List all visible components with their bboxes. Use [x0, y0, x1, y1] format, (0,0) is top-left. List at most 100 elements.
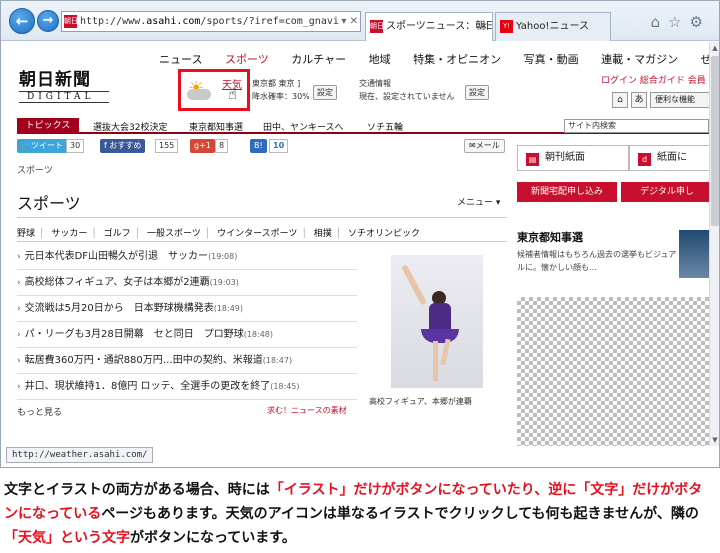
subnav-winter[interactable]: ウインタースポーツ	[217, 229, 297, 239]
scroll-down-icon[interactable]: ▼	[710, 434, 719, 446]
news-time: (18:45)	[270, 382, 300, 391]
subnav-golf[interactable]: ゴルフ	[104, 229, 131, 239]
news-item[interactable]: › 転居費360万円・通訳880万円…田中の契約、米報道(18:47)	[17, 348, 357, 374]
topic-link[interactable]: 選抜大会32校決定	[93, 120, 167, 133]
news-photo[interactable]	[391, 255, 483, 388]
news-title: 交流戦は5月20日から 日本野球機構発表	[24, 303, 214, 314]
nav-sports[interactable]: スポーツ	[225, 53, 269, 66]
gplus-button[interactable]: g+1	[190, 139, 215, 153]
tweet-count: 30	[66, 139, 85, 153]
nav-region[interactable]: 地域	[369, 53, 391, 66]
address-tools-icon[interactable]: ▾ ✕	[341, 12, 358, 31]
caption-highlight: 「天気」という文字	[4, 530, 130, 546]
news-item[interactable]: › 元日本代表DF山田暢久が引退 サッカー(19:08)	[17, 244, 357, 270]
news-time: (18:48)	[243, 330, 273, 339]
tab-asahi[interactable]: 朝日 スポーツニュース：朝日新... ×	[365, 12, 493, 41]
traffic-title: 交通情報	[359, 79, 391, 88]
web-page: 朝日新聞 DIGITAL ニュース スポーツ カルチャー 地域 特集・オピニオン…	[9, 42, 709, 446]
tab-label: スポーツニュース：朝日新...	[386, 21, 493, 32]
nav-news[interactable]: ニュース	[159, 53, 202, 66]
news-item[interactable]: › 交流戦は5月20日から 日本野球機構発表(18:49)	[17, 296, 357, 322]
site-search-input[interactable]: サイト内検索	[564, 119, 709, 133]
gplus-count: 8	[215, 139, 229, 153]
cloud-icon	[187, 89, 211, 100]
nav-photo[interactable]: 写真・動画	[524, 53, 579, 66]
news-title: 元日本代表DF山田暢久が引退 サッカー	[24, 251, 209, 262]
nav-magazine[interactable]: 連載・マガジン	[601, 53, 678, 66]
tab-yahoo[interactable]: Y! Yahoo!ニュース	[495, 12, 611, 41]
nav-culture[interactable]: カルチャー	[291, 53, 346, 66]
news-title: 高校総体フィギュア、女子は本郷が2連覇	[24, 277, 210, 288]
subnav-general[interactable]: 一般スポーツ	[147, 229, 201, 239]
twitter-icon: 🐦	[21, 141, 31, 150]
photo-caption: 高校フィギュア、本郷が連覇	[369, 397, 472, 406]
divider: │	[39, 229, 45, 239]
digital-button[interactable]: デジタル申し	[621, 182, 709, 202]
news-title: パ・リーグも3月28日開幕 セと同日 プロ野球	[24, 329, 244, 340]
font-size-icon[interactable]: あ	[631, 92, 647, 108]
chevron-right-icon: ›	[17, 278, 21, 288]
chevron-right-icon: ›	[17, 304, 21, 314]
news-item[interactable]: › 高校総体フィギュア、女子は本郷が2連覇(19:03)	[17, 270, 357, 296]
scroll-up-icon[interactable]: ▲	[710, 42, 719, 54]
site-logo[interactable]: 朝日新聞 DIGITAL	[19, 65, 109, 103]
nav-opinion[interactable]: 特集・オピニオン	[413, 53, 501, 66]
home-icon[interactable]: ⌂	[612, 92, 628, 108]
weather-city: 東京都 東京 ]	[252, 79, 301, 88]
topic-link[interactable]: ソチ五輪	[367, 120, 403, 133]
newspaper-icon: ▤	[526, 153, 539, 166]
traffic-setting-button[interactable]: 設定	[465, 85, 489, 100]
subnav-baseball[interactable]: 野球	[17, 229, 35, 239]
subnav-sumo[interactable]: 相撲	[314, 229, 332, 239]
tweet-button[interactable]: 🐦ツイート	[17, 139, 67, 153]
news-item[interactable]: › 井口、現状維持1．8億円 ロッテ、全選手の更改を終了(18:45)	[17, 374, 357, 400]
news-material-banner[interactable]: 求む！ニュースの素材	[267, 405, 347, 416]
hatena-button[interactable]: B!	[250, 139, 267, 153]
caption-text: がボタンになっています。	[130, 530, 296, 546]
back-button[interactable]: ←	[9, 8, 35, 34]
more-link[interactable]: もっと見る	[17, 405, 62, 418]
login-links[interactable]: ログイン 総合ガイド 会員	[601, 73, 706, 86]
news-time: (18:47)	[262, 356, 293, 365]
section-thumbnail[interactable]	[679, 230, 709, 278]
ad-area[interactable]	[517, 297, 709, 446]
news-item[interactable]: › パ・リーグも3月28日開幕 セと同日 プロ野球(18:48)	[17, 322, 357, 348]
nav-all[interactable]: ぜん	[701, 53, 709, 66]
hand-cursor-icon: ☝	[228, 85, 238, 103]
subnav-soccer[interactable]: サッカー	[51, 229, 87, 239]
topics-label: トピックス	[17, 118, 79, 134]
d-icon: d	[638, 153, 651, 166]
menu-dropdown[interactable]: メニュー ▾	[457, 195, 500, 208]
tools-button[interactable]: 便利な機能	[650, 92, 709, 108]
yahoo-icon: Y!	[500, 20, 513, 33]
scroll-thumb[interactable]	[711, 56, 719, 226]
favicon-icon: 朝日	[64, 15, 78, 28]
weather-setting-button[interactable]: 設定	[313, 85, 337, 100]
chevron-right-icon: ›	[17, 382, 21, 392]
favicon-icon: 朝日	[370, 20, 384, 33]
breadcrumb[interactable]: スポーツ	[17, 163, 53, 176]
tweet-label: ツイート	[30, 141, 63, 150]
topic-link[interactable]: 田中、ヤンキースへ	[263, 120, 344, 133]
divider: │	[301, 229, 307, 239]
paper-button[interactable]: ▤ 朝刊紙面	[517, 145, 629, 171]
browser-tools-icons[interactable]: ⌂☆⚙	[651, 13, 711, 31]
section-text[interactable]: 候補者情報はもちろん過去の選挙もビジュアルに。懐かしい顔も…	[517, 248, 677, 274]
paper2-button[interactable]: d 紙面に	[629, 145, 709, 171]
subscribe-button[interactable]: 新聞宅配申し込み	[517, 182, 617, 202]
logo-main: 朝日新聞	[19, 70, 91, 90]
mail-button[interactable]: ✉メール	[464, 139, 505, 153]
address-bar[interactable]: 朝日 http://www.asahi.com/sports/?iref=com…	[61, 11, 361, 32]
chevron-right-icon: ›	[17, 356, 21, 366]
explanation-caption: 文字とイラストの両方がある場合、時には「イラスト」だけがボタンになっていたり、逆…	[4, 478, 716, 550]
photo-detail	[421, 329, 459, 343]
subnav-sochi[interactable]: ソチオリンピック	[348, 229, 420, 239]
section-title[interactable]: 東京都知事選	[517, 229, 583, 245]
divider	[17, 217, 507, 218]
topic-link[interactable]: 東京都知事選	[189, 120, 243, 133]
scrollbar[interactable]: ▲ ▼	[709, 42, 719, 446]
forward-button[interactable]: →	[37, 10, 59, 32]
paper-label: 朝刊紙面	[545, 152, 585, 163]
close-tab-icon[interactable]: ×	[480, 13, 488, 40]
facebook-button[interactable]: f おすすめ	[100, 139, 146, 153]
